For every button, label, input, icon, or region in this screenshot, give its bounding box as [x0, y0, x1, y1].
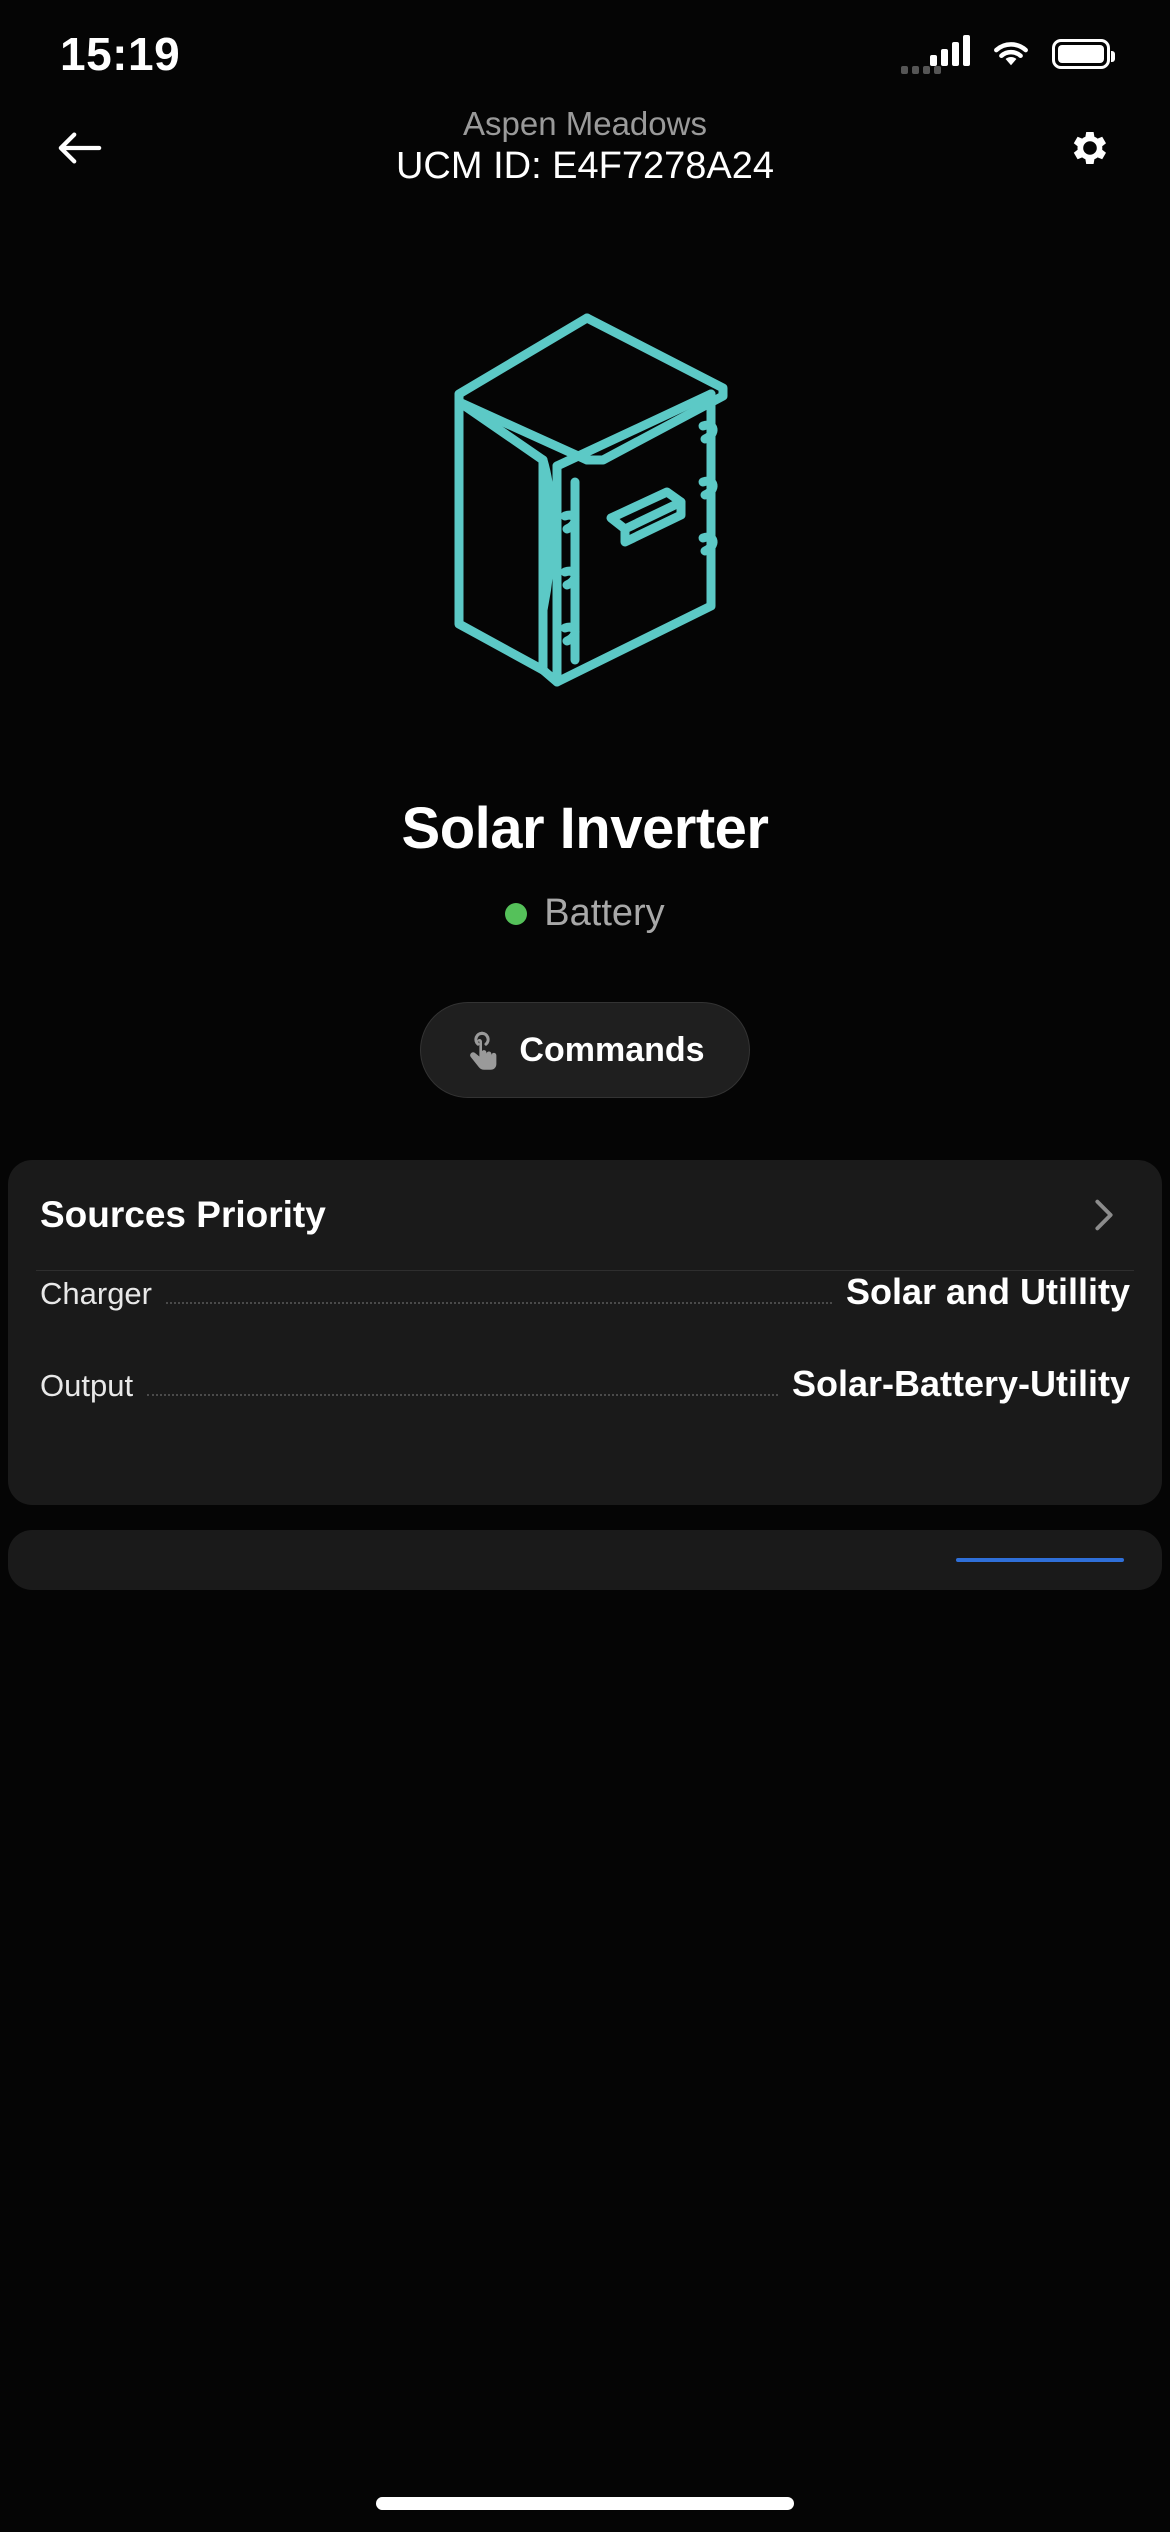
battery-full-icon [1052, 39, 1115, 69]
gear-icon [1073, 132, 1106, 164]
commands-button-label: Commands [519, 1030, 705, 1069]
device-name: Solar Inverter [401, 796, 769, 861]
chevron-right-icon [1095, 1199, 1113, 1231]
device-illustration [0, 300, 1170, 700]
status-badge-label: Battery [544, 892, 665, 934]
device-title-block: Solar Inverter Battery [0, 795, 1170, 935]
home-indicator[interactable] [376, 2497, 794, 2510]
tap-hand-icon [470, 1031, 497, 1070]
status-bar-time: 15:19 [60, 28, 181, 80]
cellular-signal-icon [901, 34, 970, 74]
output-value: Solar-Battery-Utility [791, 1363, 1130, 1404]
app-screen: 15:19 Aspen Meadows UCM ID: E4F7278A24 S… [0, 0, 1170, 2532]
next-card-peek[interactable] [8, 1530, 1162, 1590]
site-name: Aspen Meadows [463, 105, 707, 143]
dotted-leader [166, 1302, 832, 1304]
solar-inverter-illustration [454, 313, 728, 687]
back-button[interactable] [42, 110, 118, 186]
back-arrow-icon [58, 132, 102, 164]
table-row: Charger Solar and Utillity [8, 1271, 1162, 1363]
charger-value: Solar and Utillity [845, 1271, 1130, 1312]
accent-strip [956, 1558, 1124, 1562]
device-status: Battery [0, 892, 1170, 935]
commands-button[interactable]: Commands [420, 1002, 750, 1098]
nav-title-block: Aspen Meadows UCM ID: E4F7278A24 [118, 105, 1052, 190]
wifi-icon [994, 42, 1028, 66]
sources-priority-label: Sources Priority [40, 1194, 326, 1235]
settings-button[interactable] [1052, 110, 1128, 186]
dotted-leader [147, 1394, 778, 1396]
output-label: Output [40, 1368, 134, 1403]
commands-button-wrap: Commands [0, 1002, 1170, 1098]
page-title: UCM ID: E4F7278A24 [395, 145, 775, 188]
info-card: Sources Priority Charger Solar and Utill… [8, 1160, 1162, 1505]
charger-label: Charger [40, 1276, 152, 1311]
status-badge-dot [505, 902, 528, 925]
status-bar-icons [901, 34, 1115, 74]
status-bar: 15:19 [0, 0, 1170, 100]
table-row: Output Solar-Battery-Utility [8, 1363, 1162, 1455]
sources-priority-row[interactable]: Sources Priority [8, 1160, 1162, 1270]
nav-header: Aspen Meadows UCM ID: E4F7278A24 [0, 102, 1170, 194]
